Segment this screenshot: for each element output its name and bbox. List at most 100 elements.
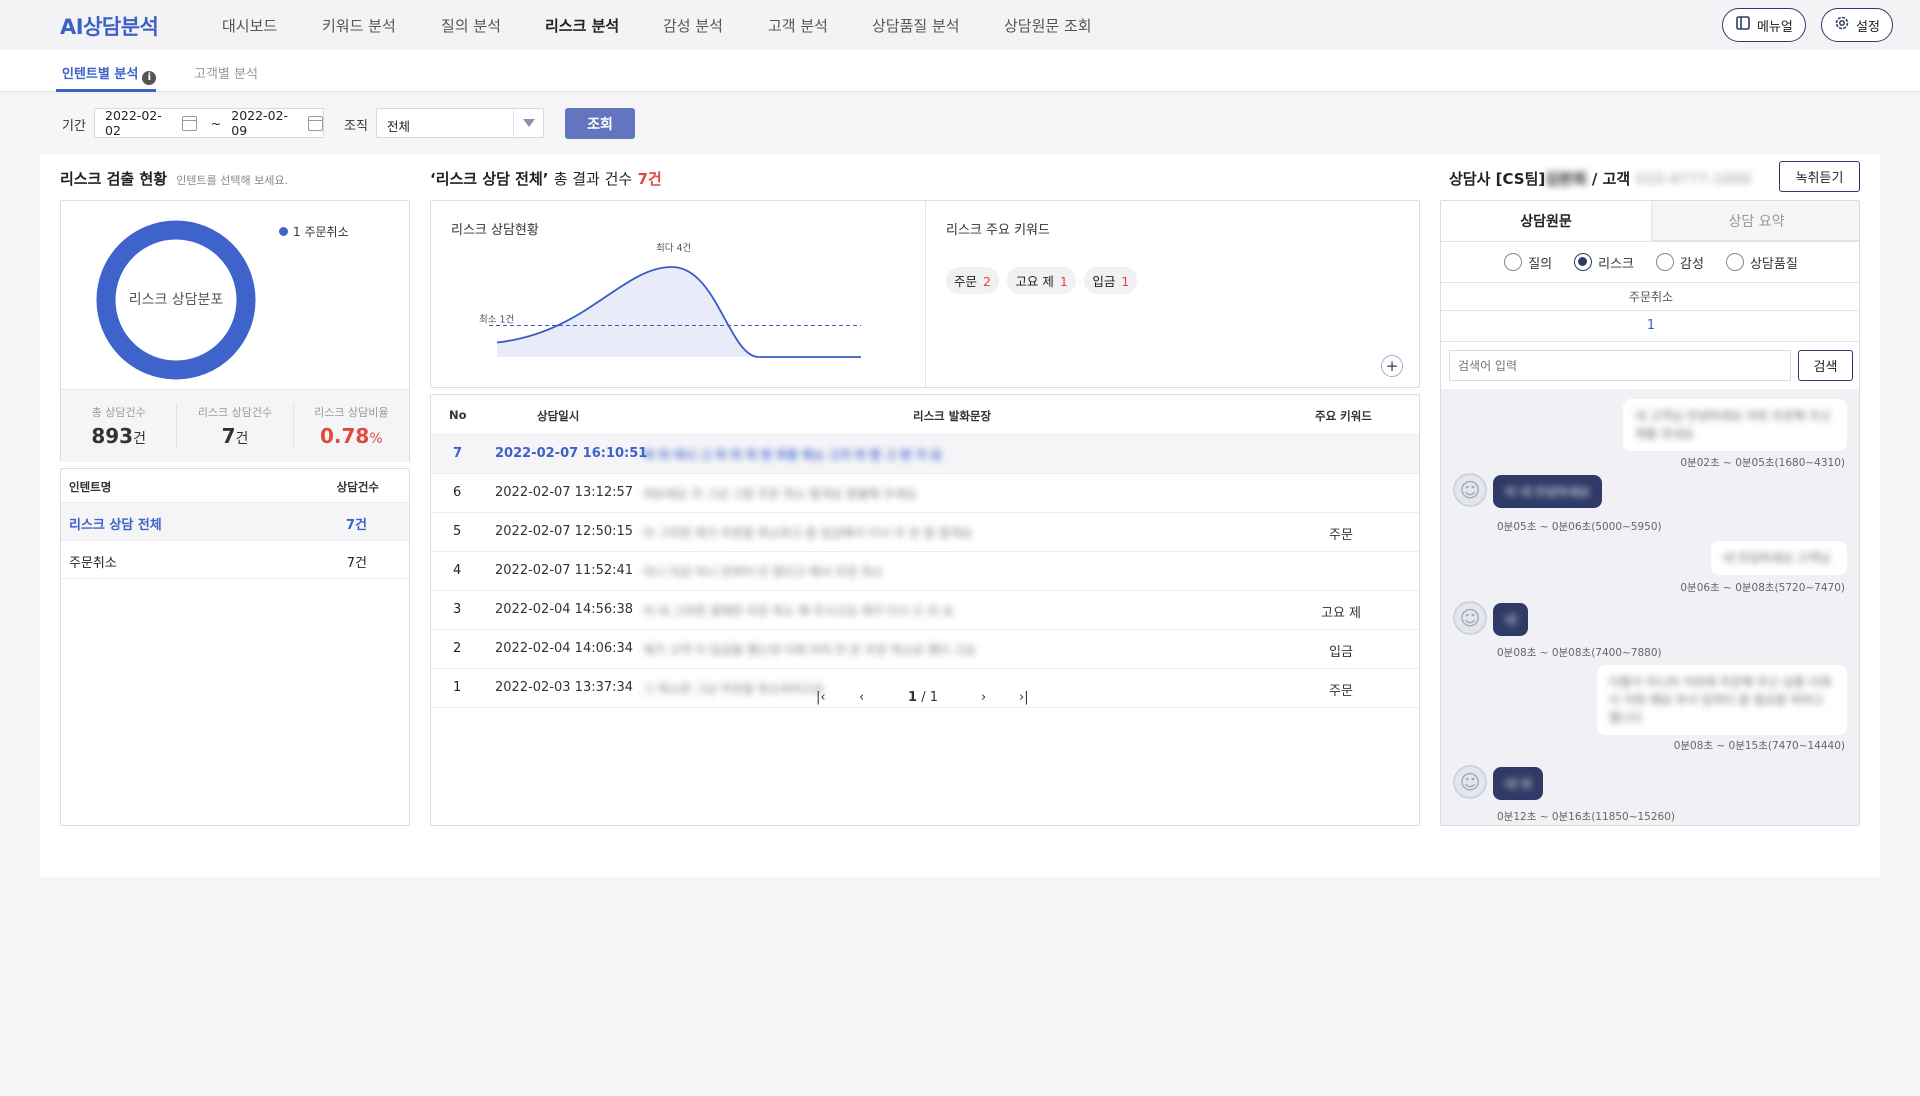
date-separator: ~ (210, 115, 222, 131)
nav-item-query-analysis[interactable]: 질의 분석 (441, 15, 501, 36)
customer-avatar-icon: ☺ (1453, 601, 1487, 635)
next-page-icon[interactable]: › (981, 690, 986, 705)
stat-risk-ratio: 리스크 상담비율 0.78% (294, 404, 409, 448)
agent-name: 김판희 (1545, 170, 1587, 188)
intent-row-name: 리스크 상담 전체 (69, 518, 162, 533)
radio-circle (1504, 253, 1523, 271)
query-button[interactable]: 조회 (565, 108, 635, 139)
message-timestamp: 0분12초 ~ 0분16초(11850~15260) (1497, 811, 1675, 823)
tab-intent-analysis[interactable]: 인텐트별 분석 i (62, 63, 157, 85)
legend-label: 1 주문취소 (293, 225, 349, 239)
manual-button[interactable]: 메뉴얼 (1722, 8, 1806, 42)
stat-total-value: 893건 (61, 424, 176, 448)
keyword-chip[interactable]: 입금 1 (1084, 267, 1138, 294)
calendar-icon[interactable] (308, 115, 324, 131)
risk-trend-chart[interactable]: 최다 4건최소 1건 (451, 237, 881, 387)
settings-button[interactable]: 설정 (1821, 8, 1893, 42)
radio-quality[interactable]: 상담품질 (1725, 253, 1798, 272)
chart-max-label: 최다 4건 (656, 243, 691, 254)
radio-label: 리스크 (1598, 256, 1635, 272)
date-from-input[interactable]: 2022-02-02 (105, 108, 176, 138)
risk-table-row[interactable]: 7 2022-02-07 16:10:51 아 아 아니 그 저 아 저 번 주문 … (431, 435, 1419, 474)
risk-table-row[interactable]: 4 2022-02-07 11:52:41 아니 지금 아니 전부터 안 왔다고 해… (431, 552, 1419, 591)
stat-risk-ratio-number: 0.78 (319, 424, 370, 448)
keyword-chip[interactable]: 주문 2 (946, 267, 999, 294)
keyword-word: 입금 (1092, 274, 1116, 289)
settings-label: 설정 (1856, 19, 1880, 35)
row-keyword: 주문 (1329, 528, 1353, 543)
message-text: 다름이 아니라 이번에 주문해 주신 상품 이제 이 저희 해당 부서 입력이 … (1609, 675, 1831, 725)
risk-distribution-card: 리스크 상담분포 1 주문취소 총 상담건수 893건 리스크 상담건수 7건 … (60, 200, 410, 462)
row-no: 2 (453, 641, 462, 656)
risk-chart-card: 리스크 상담현황 최다 4건 최소 1건 리스크 주요 키워드 주문 2 고요 제 1… (430, 200, 1420, 388)
info-icon[interactable]: i (142, 70, 157, 85)
nav-item-keyword-analysis[interactable]: 키워드 분석 (322, 15, 396, 36)
nav-item-sentiment-analysis[interactable]: 감성 분석 (663, 15, 723, 36)
radio-sentiment[interactable]: 감성 (1656, 253, 1704, 272)
customer-message-bubble: 네 (1493, 603, 1529, 636)
risk-table-row[interactable]: 6 2022-02-07 13:12:57 여보세요 저 그냥 그럼 주문 취소 할… (431, 474, 1419, 513)
active-tab-indicator (56, 89, 156, 92)
agent-message-bubble: 다름이 아니라 이번에 주문해 주신 상품 이제 이 저희 해당 부서 입력이 … (1597, 665, 1847, 735)
expand-plus-icon[interactable]: + (1381, 355, 1403, 377)
risk-table-row[interactable]: 2 2022-02-04 14:06:34 제가 고객 이 입금을 했는데 이제 아… (431, 630, 1419, 669)
manual-label: 메뉴얼 (1757, 19, 1793, 35)
last-page-icon[interactable]: ›| (1019, 690, 1029, 705)
stats-row: 총 상담건수 893건 리스크 상담건수 7건 리스크 상담비율 0.78% (61, 389, 409, 462)
row-no: 4 (453, 563, 462, 578)
stat-risk-count-number: 7 (221, 424, 236, 448)
radio-circle (1725, 253, 1744, 271)
intent-filter-count[interactable]: 1 (1441, 311, 1859, 341)
first-page-icon[interactable]: |‹ (816, 690, 826, 705)
nav-item-quality-analysis[interactable]: 상담품질 분석 (872, 15, 960, 36)
row-sentence: 아니 지금 아니 전부터 안 왔다고 해서 주문 취소 (643, 565, 884, 579)
tab-summary[interactable]: 상담 요약 (1651, 201, 1859, 241)
page-total: 1 (929, 690, 938, 705)
nav-item-transcript-search[interactable]: 상담원문 조회 (1004, 15, 1092, 36)
tab-transcript[interactable]: 상담원문 (1441, 201, 1651, 241)
radio-query[interactable]: 질의 (1504, 253, 1552, 272)
transcript-search-button[interactable]: 검색 (1798, 350, 1853, 381)
customer-avatar-icon: ☺ (1453, 765, 1487, 799)
nav-item-risk-analysis[interactable]: 리스크 분석 (545, 15, 619, 36)
keyword-word: 주문 (954, 274, 978, 289)
radio-label: 상담품질 (1749, 256, 1798, 272)
stat-risk-count-unit: 건 (235, 431, 249, 447)
date-to-input[interactable]: 2022-02-09 (231, 108, 302, 138)
nav-item-dashboard[interactable]: 대시보드 (222, 15, 277, 36)
tab-customer-analysis[interactable]: 고객별 분석 (194, 63, 258, 82)
stat-total-label: 총 상담건수 (91, 406, 146, 419)
intent-row-order-cancel[interactable]: 주문취소 7건 (61, 541, 409, 579)
donut-center-label: 리스크 상담분포 (128, 292, 224, 308)
risk-table-row[interactable]: 5 2022-02-07 12:50:15 아 그러면 제가 주문을 취소하고 좀 … (431, 513, 1419, 552)
prev-page-icon[interactable]: ‹ (859, 690, 864, 705)
intent-row-count: 7건 (345, 518, 367, 533)
org-select[interactable]: 전체 (376, 108, 544, 138)
keyword-chip[interactable]: 고요 제 1 (1007, 267, 1076, 294)
top-navigation: AI상담분석 대시보드 키워드 분석 질의 분석 리스크 분석 감성 분석 고객… (0, 0, 1920, 50)
risk-results-title: ‘리스크 상담 전체’ 총 결과 건수 7건 (430, 168, 662, 189)
org-label: 조직 (344, 119, 368, 134)
gear-icon (1834, 15, 1850, 35)
radio-risk[interactable]: 리스크 (1574, 253, 1634, 272)
donut-legend-item[interactable]: 1 주문취소 (279, 223, 349, 240)
chevron-down-icon[interactable] (513, 109, 543, 137)
row-datetime: 2022-02-07 12:50:15 (495, 524, 634, 539)
row-no: 5 (453, 524, 462, 539)
risk-table-row[interactable]: 3 2022-02-04 14:56:38 아 네 그러면 결제한 주문 취소 해 … (431, 591, 1419, 630)
row-keyword: 입금 (1329, 645, 1353, 660)
row-sentence: 아 네 그러면 결제한 주문 취소 해 주시고요 제가 다시 드 린 요 (643, 604, 954, 618)
row-datetime: 2022-02-07 11:52:41 (495, 563, 634, 578)
intent-row-all[interactable]: 리스크 상담 전체 7건 (61, 503, 409, 541)
risk-keywords-title: 리스크 주요 키워드 (946, 223, 1050, 238)
risk-table-header: No 상담일시 리스크 발화문장 주요 키워드 (431, 395, 1419, 435)
keyword-word: 고요 제 (1015, 274, 1054, 289)
transcript-search-input[interactable] (1449, 350, 1791, 381)
message-timestamp: 0분08초 ~ 0분15초(7470~14440) (1673, 740, 1845, 752)
stat-risk-count-value: 7건 (177, 424, 292, 448)
calendar-icon[interactable] (182, 115, 197, 131)
chat-transcript: 네 고객님 안녕하세요 저희 주문해 주신 제품 안내요 0분02초 ~ 0분05… (1441, 389, 1859, 825)
app-logo[interactable]: AI상담분석 (60, 11, 159, 41)
listen-recording-button[interactable]: 녹취듣기 (1779, 161, 1860, 192)
nav-item-customer-analysis[interactable]: 고객 분석 (768, 15, 828, 36)
